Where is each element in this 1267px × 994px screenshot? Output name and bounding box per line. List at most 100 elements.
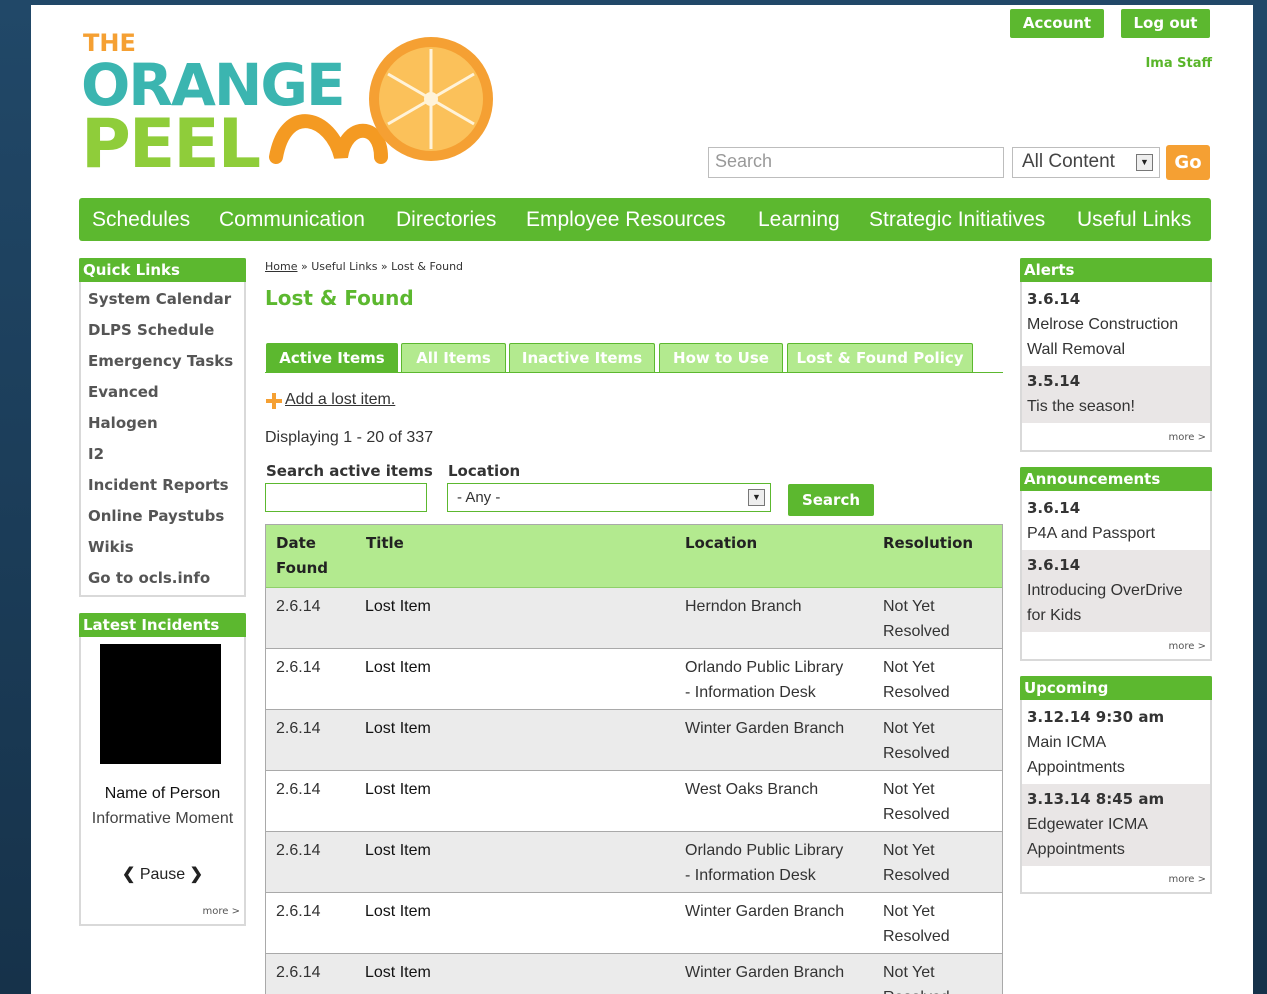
cell-resolution: Not YetResolved — [883, 842, 950, 884]
header-location[interactable]: Location — [685, 531, 757, 556]
cell-resolution: Not YetResolved — [883, 720, 950, 762]
quick-link-i2[interactable]: I2 — [88, 445, 104, 463]
table-row[interactable]: 2.6.14 Lost Item Winter Garden Branch No… — [266, 710, 1002, 771]
alert-date: 3.5.14 — [1027, 372, 1081, 390]
nav-useful-links[interactable]: Useful Links — [1077, 198, 1191, 241]
nav-strategic-initiatives[interactable]: Strategic Initiatives — [869, 198, 1045, 241]
cell-title[interactable]: Lost Item — [365, 594, 431, 619]
alerts-more-link[interactable]: more > — [1169, 432, 1206, 443]
header-date-line1: Date — [276, 534, 316, 552]
tab-underline — [265, 372, 1003, 373]
cell-resolution: Not YetResolved — [883, 781, 950, 823]
cell-title[interactable]: Lost Item — [365, 777, 431, 802]
breadcrumb-separator: » — [297, 260, 312, 273]
table-row[interactable]: 2.6.14 Lost Item Winter Garden Branch No… — [266, 954, 1002, 994]
cell-title[interactable]: Lost Item — [365, 655, 431, 680]
announcement-text: Introducing OverDrive — [1027, 582, 1183, 599]
tab-lost-found-policy[interactable]: Lost & Found Policy — [787, 343, 973, 372]
plus-icon[interactable] — [265, 392, 283, 410]
breadcrumb-separator: » — [377, 260, 392, 273]
nav-learning[interactable]: Learning — [758, 198, 840, 241]
cell-location: Orlando Public Library - Information Desk — [685, 659, 844, 701]
quick-link-emergency-tasks[interactable]: Emergency Tasks — [88, 352, 233, 370]
cell-location: West Oaks Branch — [685, 781, 819, 798]
upcoming-text: Appointments — [1027, 841, 1125, 858]
quick-link-dlps-schedule[interactable]: DLPS Schedule — [88, 321, 214, 339]
logout-button[interactable]: Log out — [1121, 9, 1210, 38]
breadcrumb-home[interactable]: Home — [265, 260, 297, 273]
user-name-link[interactable]: Ima Staff — [1145, 56, 1212, 71]
cell-location: Herndon Branch — [685, 598, 802, 615]
upcoming-item[interactable]: 3.12.14 9:30 am Main ICMA Appointments — [1022, 702, 1210, 784]
nav-schedules[interactable]: Schedules — [92, 198, 190, 241]
header-resolution[interactable]: Resolution — [883, 531, 973, 556]
quick-link-incident-reports[interactable]: Incident Reports — [88, 476, 229, 494]
table-row[interactable]: 2.6.14 Lost Item Orlando Public Library -… — [266, 649, 1002, 710]
cell-title[interactable]: Lost Item — [365, 899, 431, 924]
nav-directories[interactable]: Directories — [396, 198, 496, 241]
announcement-text: for Kids — [1027, 607, 1082, 624]
search-active-input[interactable] — [265, 483, 427, 512]
upcoming-date: 3.13.14 8:45 am — [1027, 790, 1165, 808]
main-nav: Schedules Communication Directories Empl… — [79, 198, 1211, 241]
result-count: Displaying 1 - 20 of 337 — [265, 429, 434, 446]
quick-link-evanced[interactable]: Evanced — [88, 383, 159, 401]
pause-button[interactable]: Pause — [140, 866, 185, 883]
tab-active-items[interactable]: Active Items — [266, 343, 398, 372]
upcoming-item[interactable]: 3.13.14 8:45 am Edgewater ICMA Appointme… — [1022, 784, 1210, 866]
upcoming-heading: Upcoming — [1020, 676, 1212, 700]
quick-link-online-paystubs[interactable]: Online Paystubs — [88, 507, 224, 525]
alerts-box: Alerts 3.6.14 Melrose Construction Wall … — [1020, 258, 1212, 452]
quick-links-heading: Quick Links — [79, 258, 246, 282]
incidents-more-link[interactable]: more > — [203, 906, 240, 917]
tab-all-items[interactable]: All Items — [401, 343, 506, 372]
filter-search-button[interactable]: Search — [788, 484, 874, 516]
header-date-found[interactable]: Date Found — [276, 531, 328, 581]
header-title[interactable]: Title — [366, 531, 404, 556]
location-select[interactable]: - Any - ▼ — [447, 483, 771, 512]
logo-peel-text: PEEL — [81, 105, 260, 177]
table-row[interactable]: 2.6.14 Lost Item Winter Garden Branch No… — [266, 893, 1002, 954]
incident-photo — [100, 644, 221, 764]
alert-text: Melrose Construction — [1027, 316, 1179, 333]
site-search-input[interactable]: Search — [708, 147, 1004, 178]
alert-date: 3.6.14 — [1027, 290, 1081, 308]
announcement-item[interactable]: 3.6.14 Introducing OverDrive for Kids — [1022, 550, 1210, 632]
nav-employee-resources[interactable]: Employee Resources — [526, 198, 726, 241]
content-type-select[interactable]: All Content ▼ — [1012, 147, 1160, 178]
chevron-right-icon[interactable]: ❯ — [190, 866, 203, 883]
cell-resolution: Not YetResolved — [883, 598, 950, 640]
upcoming-more-link[interactable]: more > — [1169, 874, 1206, 885]
upcoming-text: Main ICMA — [1027, 734, 1107, 751]
cell-date: 2.6.14 — [276, 598, 321, 615]
announcements-more-link[interactable]: more > — [1169, 641, 1206, 652]
quick-link-system-calendar[interactable]: System Calendar — [88, 290, 231, 308]
cell-title[interactable]: Lost Item — [365, 960, 431, 985]
cell-title[interactable]: Lost Item — [365, 716, 431, 741]
quick-link-ocls-info[interactable]: Go to ocls.info — [88, 569, 210, 587]
chevron-left-icon[interactable]: ❮ — [122, 866, 135, 883]
upcoming-text: Edgewater ICMA — [1027, 816, 1148, 833]
incident-person-name: Name of Person — [104, 785, 221, 802]
table-row[interactable]: 2.6.14 Lost Item West Oaks Branch Not Ye… — [266, 771, 1002, 832]
orange-peel-logo[interactable]: THE ORANGE PEEL — [81, 27, 496, 184]
cell-title[interactable]: Lost Item — [365, 838, 431, 863]
latest-incidents-heading: Latest Incidents — [79, 613, 246, 637]
quick-link-halogen[interactable]: Halogen — [88, 414, 158, 432]
location-label: Location — [448, 462, 521, 480]
search-active-label: Search active items — [266, 462, 433, 480]
table-row[interactable]: 2.6.14 Lost Item Orlando Public Library -… — [266, 832, 1002, 893]
cell-location: Winter Garden Branch — [685, 720, 845, 737]
alert-item[interactable]: 3.5.14 Tis the season! — [1022, 366, 1210, 423]
table-row[interactable]: 2.6.14 Lost Item Herndon Branch Not Yet R… — [266, 588, 1002, 649]
alert-item[interactable]: 3.6.14 Melrose Construction Wall Removal — [1022, 284, 1210, 366]
nav-communication[interactable]: Communication — [219, 198, 365, 241]
breadcrumb-useful-links[interactable]: Useful Links — [311, 260, 377, 273]
quick-link-wikis[interactable]: Wikis — [88, 538, 134, 556]
tab-how-to-use[interactable]: How to Use — [659, 343, 783, 372]
tab-inactive-items[interactable]: Inactive Items — [509, 343, 655, 372]
account-button[interactable]: Account — [1010, 9, 1104, 38]
go-button[interactable]: Go — [1166, 145, 1210, 180]
add-lost-item-link[interactable]: Add a lost item. — [285, 391, 395, 409]
announcement-item[interactable]: 3.6.14 P4A and Passport — [1022, 493, 1210, 550]
